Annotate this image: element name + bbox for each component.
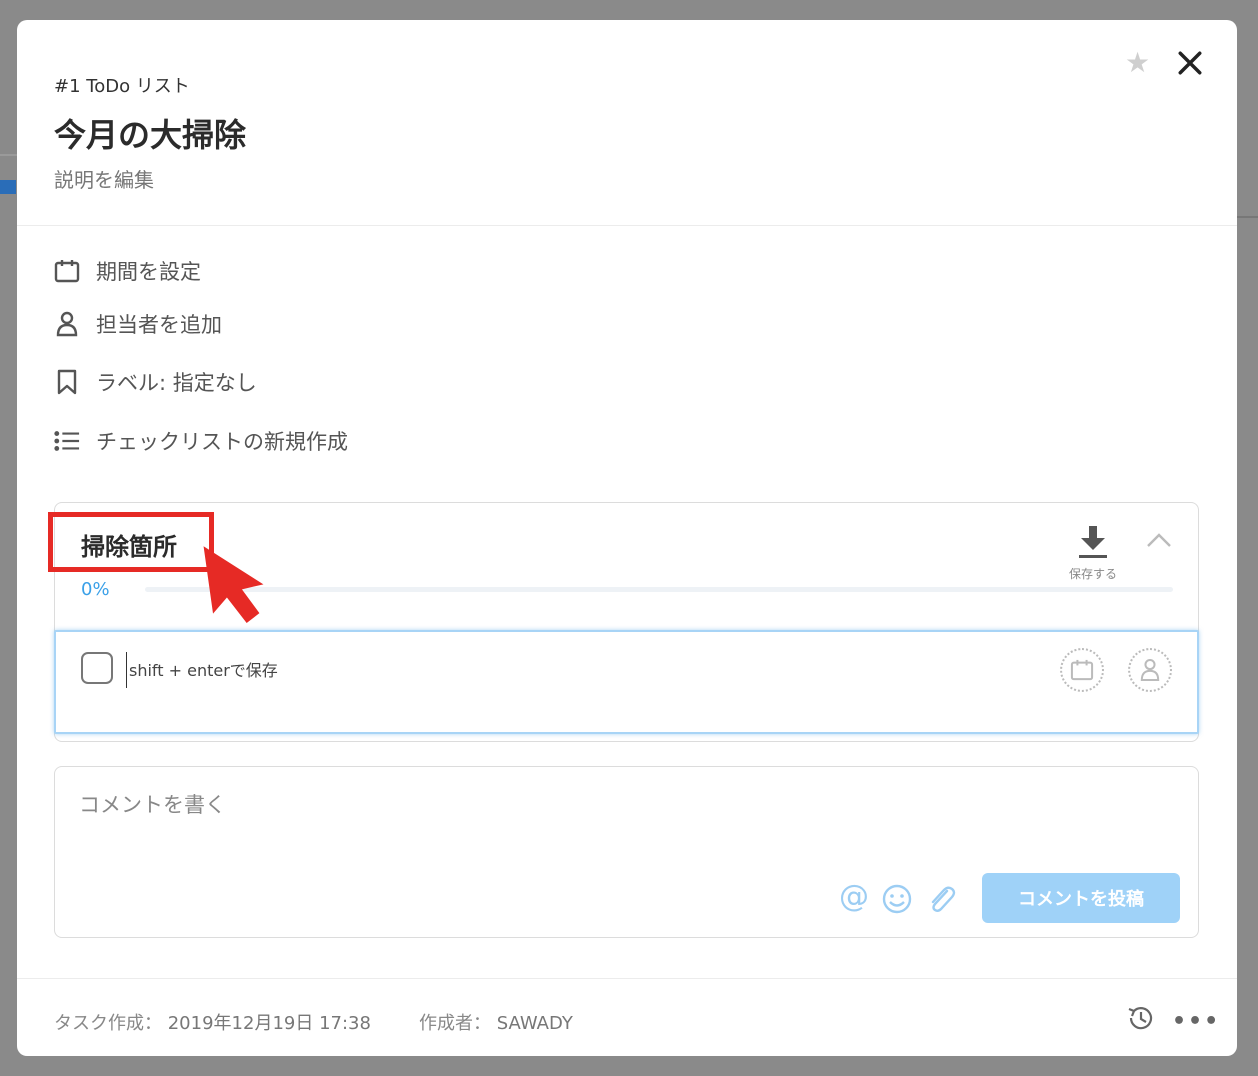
- close-button[interactable]: [1177, 42, 1209, 78]
- label-selector-text: ラベル: 指定なし: [96, 371, 257, 395]
- modal-header: #1 ToDo リスト 今月の大掃除 説明を編集 ★: [17, 20, 1237, 226]
- edit-description-link[interactable]: 説明を編集: [54, 164, 154, 193]
- save-checklist-label: 保存する: [1068, 567, 1117, 581]
- item-assignee-button[interactable]: [1128, 648, 1172, 692]
- set-due-date[interactable]: 期間を設定: [54, 256, 201, 286]
- checklist-item-input[interactable]: [126, 652, 1026, 688]
- comment-input[interactable]: [79, 785, 1079, 825]
- new-checklist-label: チェックリストの新規作成: [96, 430, 348, 454]
- item-due-date-button[interactable]: [1060, 648, 1104, 692]
- chevron-up-icon: [1147, 533, 1171, 547]
- progress-bar: [145, 587, 1173, 592]
- star-icon[interactable]: ★: [1125, 46, 1150, 79]
- person-icon: [1140, 659, 1160, 681]
- post-comment-button[interactable]: コメントを投稿: [982, 873, 1180, 923]
- modal-footer: タスク作成： 2019年12月19日 17:38 作成者： SAWADY •••: [17, 978, 1237, 1056]
- task-detail-modal: #1 ToDo リスト 今月の大掃除 説明を編集 ★ 期間を設定 担当者を追加 …: [17, 20, 1237, 1056]
- item-checkbox[interactable]: [81, 652, 113, 684]
- checklist-item-editor: [54, 630, 1199, 734]
- history-button[interactable]: [1125, 1003, 1155, 1037]
- calendar-icon: [1070, 659, 1094, 681]
- save-checklist-button[interactable]: 保存する: [1065, 525, 1121, 582]
- emoji-icon[interactable]: [881, 883, 913, 919]
- collapse-checklist-button[interactable]: [1145, 531, 1175, 551]
- more-icon[interactable]: •••: [1172, 1009, 1220, 1034]
- download-icon: [1079, 526, 1107, 558]
- paperclip-icon[interactable]: [925, 883, 957, 919]
- person-icon: [54, 311, 80, 337]
- author-label: 作成者：: [419, 1013, 491, 1034]
- at-icon[interactable]: @: [839, 879, 869, 914]
- comment-box: @ コメントを投稿: [54, 766, 1199, 938]
- task-title[interactable]: 今月の大掃除: [54, 110, 246, 156]
- background-divider: [1237, 216, 1258, 218]
- author-info: 作成者： SAWADY: [419, 1009, 573, 1035]
- background-app-strip: [0, 180, 16, 194]
- bookmark-icon: [54, 369, 80, 395]
- calendar-icon: [54, 258, 80, 284]
- created-info: タスク作成： 2019年12月19日 17:38: [54, 1009, 371, 1035]
- annotation-arrow-icon: [203, 546, 264, 624]
- list-icon: [54, 428, 80, 454]
- label-selector[interactable]: ラベル: 指定なし: [54, 367, 257, 397]
- set-due-date-label: 期間を設定: [96, 260, 201, 284]
- author-value: SAWADY: [496, 1013, 573, 1034]
- created-label: タスク作成：: [54, 1013, 162, 1034]
- highlight-box: [48, 512, 214, 572]
- progress-percent: 0%: [81, 579, 110, 600]
- created-value: 2019年12月19日 17:38: [167, 1013, 371, 1034]
- background-divider: [0, 154, 17, 156]
- add-assignee-label: 担当者を追加: [96, 313, 222, 337]
- add-assignee[interactable]: 担当者を追加: [54, 309, 222, 339]
- new-checklist[interactable]: チェックリストの新規作成: [54, 426, 348, 456]
- close-icon: [1178, 51, 1202, 75]
- history-icon: [1128, 1007, 1153, 1030]
- task-id-label: #1 ToDo リスト: [54, 76, 190, 97]
